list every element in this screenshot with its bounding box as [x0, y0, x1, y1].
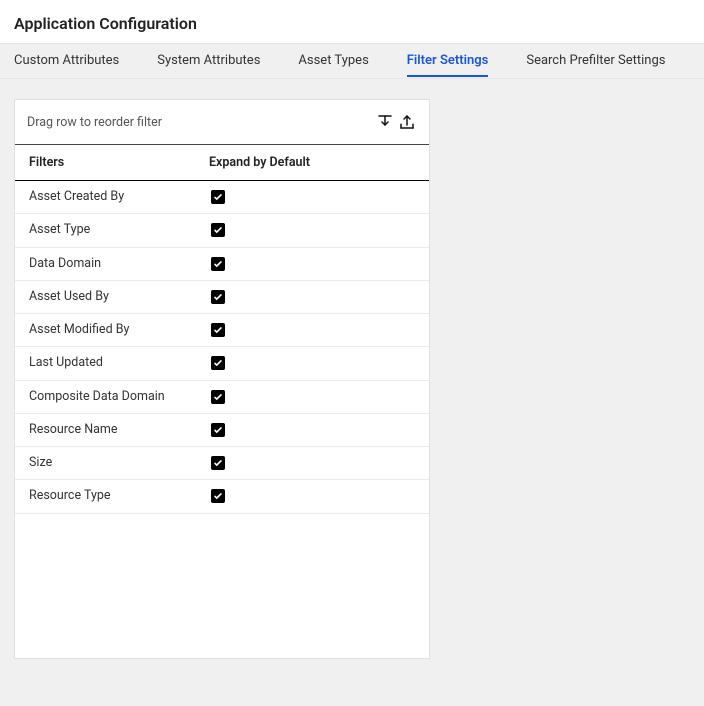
filter-label: Data Domain [29, 256, 199, 272]
table-row[interactable]: Composite Data Domain [15, 381, 429, 414]
filter-label: Composite Data Domain [29, 389, 199, 405]
table-row[interactable]: Size [15, 447, 429, 480]
filter-label: Asset Modified By [29, 322, 199, 338]
table-row[interactable]: Data Domain [15, 248, 429, 281]
expand-checkbox[interactable] [211, 356, 225, 370]
table-header: Filters Expand by Default [15, 145, 429, 181]
tab-system-attributes[interactable]: System Attributes [157, 45, 260, 77]
import-icon[interactable] [375, 112, 395, 132]
tab-filter-settings[interactable]: Filter Settings [407, 45, 489, 77]
expand-checkbox[interactable] [211, 489, 225, 503]
panel-header-actions [375, 112, 417, 132]
table-row[interactable]: Asset Created By [15, 181, 429, 214]
tab-asset-types[interactable]: Asset Types [298, 45, 368, 77]
expand-checkbox[interactable] [211, 190, 225, 204]
panel-hint-text: Drag row to reorder filter [27, 115, 162, 130]
page-title: Application Configuration [0, 0, 704, 43]
expand-checkbox[interactable] [211, 456, 225, 470]
panel-header: Drag row to reorder filter [15, 100, 429, 145]
filter-settings-panel: Drag row to reorder filter [14, 99, 430, 659]
filter-label: Asset Used By [29, 289, 199, 305]
column-header-filters: Filters [29, 155, 209, 170]
export-icon[interactable] [397, 112, 417, 132]
tabbar: Custom Attributes System Attributes Asse… [0, 43, 704, 79]
filter-label: Asset Created By [29, 189, 199, 205]
expand-checkbox[interactable] [211, 323, 225, 337]
expand-checkbox[interactable] [211, 257, 225, 271]
expand-checkbox[interactable] [211, 390, 225, 404]
expand-checkbox[interactable] [211, 223, 225, 237]
column-header-expand: Expand by Default [209, 155, 415, 170]
table-row[interactable]: Asset Type [15, 214, 429, 247]
table-row[interactable]: Resource Type [15, 480, 429, 513]
expand-checkbox[interactable] [211, 423, 225, 437]
filter-label: Asset Type [29, 222, 199, 238]
filter-label: Resource Name [29, 422, 199, 438]
table-row[interactable]: Last Updated [15, 347, 429, 380]
table-body: Asset Created By Asset Type Data Domain … [15, 181, 429, 514]
expand-checkbox[interactable] [211, 290, 225, 304]
filter-label: Resource Type [29, 488, 199, 504]
table-row[interactable]: Asset Used By [15, 281, 429, 314]
filter-label: Size [29, 455, 199, 471]
content-area: Drag row to reorder filter [0, 79, 704, 706]
tab-search-prefilter-settings[interactable]: Search Prefilter Settings [526, 45, 665, 77]
tab-custom-attributes[interactable]: Custom Attributes [14, 45, 119, 77]
filter-label: Last Updated [29, 355, 199, 371]
table-row[interactable]: Asset Modified By [15, 314, 429, 347]
table-row[interactable]: Resource Name [15, 414, 429, 447]
